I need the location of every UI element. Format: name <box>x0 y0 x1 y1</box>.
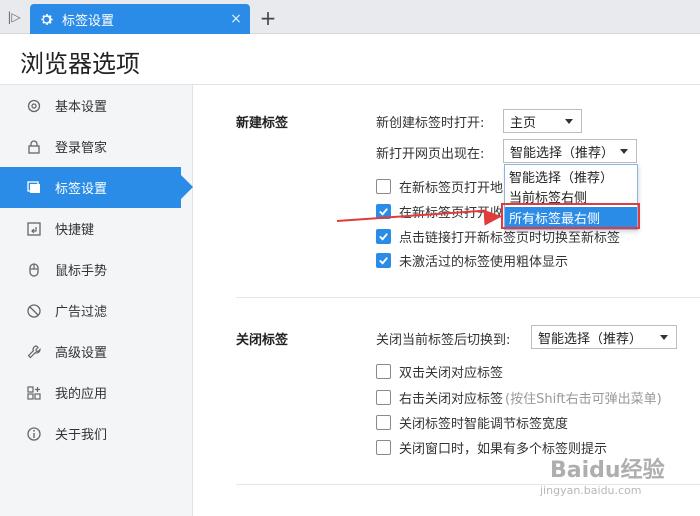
tab-settings[interactable]: 标签设置 × <box>30 4 250 34</box>
check-label: 未激活过的标签使用粗体显示 <box>399 254 569 270</box>
sidebar-item-label: 基本设置 <box>55 100 108 115</box>
sidebar-item-label: 登录管家 <box>55 141 108 156</box>
sidebar-item-label: 关于我们 <box>55 428 108 443</box>
sidebar-item-adblock[interactable]: 广告过滤 <box>0 290 193 331</box>
close-icon[interactable]: × <box>226 9 246 29</box>
new-tab-button[interactable]: + <box>256 6 280 30</box>
check-right-click-close[interactable]: 右击关闭对应标签 (按住Shift右击可弹出菜单) <box>376 388 662 407</box>
block-icon <box>25 302 43 320</box>
select-value: 智能选择（推荐） <box>538 331 643 347</box>
chevron-down-icon <box>660 335 668 340</box>
chevron-down-icon <box>620 149 628 154</box>
checkbox[interactable] <box>376 252 391 268</box>
switch-after-close-select[interactable]: 智能选择（推荐） <box>531 325 677 349</box>
checkbox[interactable] <box>376 389 391 405</box>
checkbox[interactable] <box>376 414 391 430</box>
lock-icon <box>25 138 43 156</box>
check-hint: (按住Shift右击可弹出菜单) <box>505 391 662 407</box>
section-title-close-tab: 关闭标签 <box>236 333 289 348</box>
sidebar-item-label: 标签设置 <box>55 182 108 197</box>
sidebar-item-label: 快捷键 <box>55 223 95 238</box>
watermark-logo: Baidu经验 <box>550 458 665 483</box>
checkbox[interactable] <box>376 228 391 244</box>
check-label: 关闭标签时智能调节标签宽度 <box>399 416 569 432</box>
apps-icon <box>25 384 43 402</box>
checkbox[interactable] <box>376 439 391 455</box>
check-bold-unactivated[interactable]: 未激活过的标签使用粗体显示 <box>376 251 569 270</box>
new-tab-open-select[interactable]: 主页 <box>503 109 582 133</box>
switch-after-close-label: 关闭当前标签后切换到: <box>376 333 511 348</box>
gear-icon <box>25 97 43 115</box>
sidebar-item-tabs[interactable]: 标签设置 <box>0 167 193 208</box>
sidebar-item-about[interactable]: 关于我们 <box>0 413 193 454</box>
open-label: 新创建标签时打开: <box>376 116 485 131</box>
sidebar: 基本设置 登录管家 标签设置 快捷键 鼠标手势 广告过滤 高级设置 我的应用 关… <box>0 85 193 516</box>
tab-strip: |▷ 标签设置 × + <box>0 0 700 34</box>
sidebar-item-gestures[interactable]: 鼠标手势 <box>0 249 193 290</box>
check-double-click-close[interactable]: 双击关闭对应标签 <box>376 362 504 381</box>
position-label: 新打开网页出现在: <box>376 147 485 162</box>
watermark-url: jingyan.baidu.com <box>540 484 642 497</box>
mouse-icon <box>25 261 43 279</box>
tabs-icon <box>25 179 43 197</box>
sidebar-item-apps[interactable]: 我的应用 <box>0 372 193 413</box>
info-icon <box>25 425 43 443</box>
check-label: 在新标签页打开地 <box>399 180 504 196</box>
sidebar-item-basic[interactable]: 基本设置 <box>0 85 193 126</box>
tab-title: 标签设置 <box>62 13 115 29</box>
new-page-position-select[interactable]: 智能选择（推荐） <box>503 139 637 163</box>
section-divider <box>236 297 700 298</box>
annotation-arrow-head <box>483 208 503 226</box>
checkbox[interactable] <box>376 178 391 194</box>
check-label: 右击关闭对应标签 <box>399 391 504 407</box>
page-title: 浏览器选项 <box>20 50 140 78</box>
keyboard-icon <box>25 220 43 238</box>
sidebar-item-label: 鼠标手势 <box>55 264 108 279</box>
dropdown-option-smart[interactable]: 智能选择（推荐） <box>505 166 637 186</box>
annotation-highlight-box <box>501 203 640 229</box>
checkbox[interactable] <box>376 363 391 379</box>
select-value: 主页 <box>510 115 537 131</box>
select-value: 智能选择（推荐） <box>510 145 615 161</box>
check-open-address-newtab[interactable]: 在新标签页打开地 <box>376 177 504 196</box>
section-title-new-tab: 新建标签 <box>236 116 289 131</box>
sidebar-item-label: 高级设置 <box>55 346 108 361</box>
sidebar-item-advanced[interactable]: 高级设置 <box>0 331 193 372</box>
sidebar-item-label: 广告过滤 <box>55 305 108 320</box>
sidebar-item-login[interactable]: 登录管家 <box>0 126 193 167</box>
chevron-down-icon <box>565 119 573 124</box>
sidebar-toggle-button[interactable]: |▷ <box>0 0 28 34</box>
check-smart-tab-width[interactable]: 关闭标签时智能调节标签宽度 <box>376 413 569 432</box>
sidebar-item-shortcuts[interactable]: 快捷键 <box>0 208 193 249</box>
wrench-icon <box>25 343 43 361</box>
sidebar-item-label: 我的应用 <box>55 387 108 402</box>
check-label: 双击关闭对应标签 <box>399 365 504 381</box>
gear-icon <box>38 11 54 27</box>
